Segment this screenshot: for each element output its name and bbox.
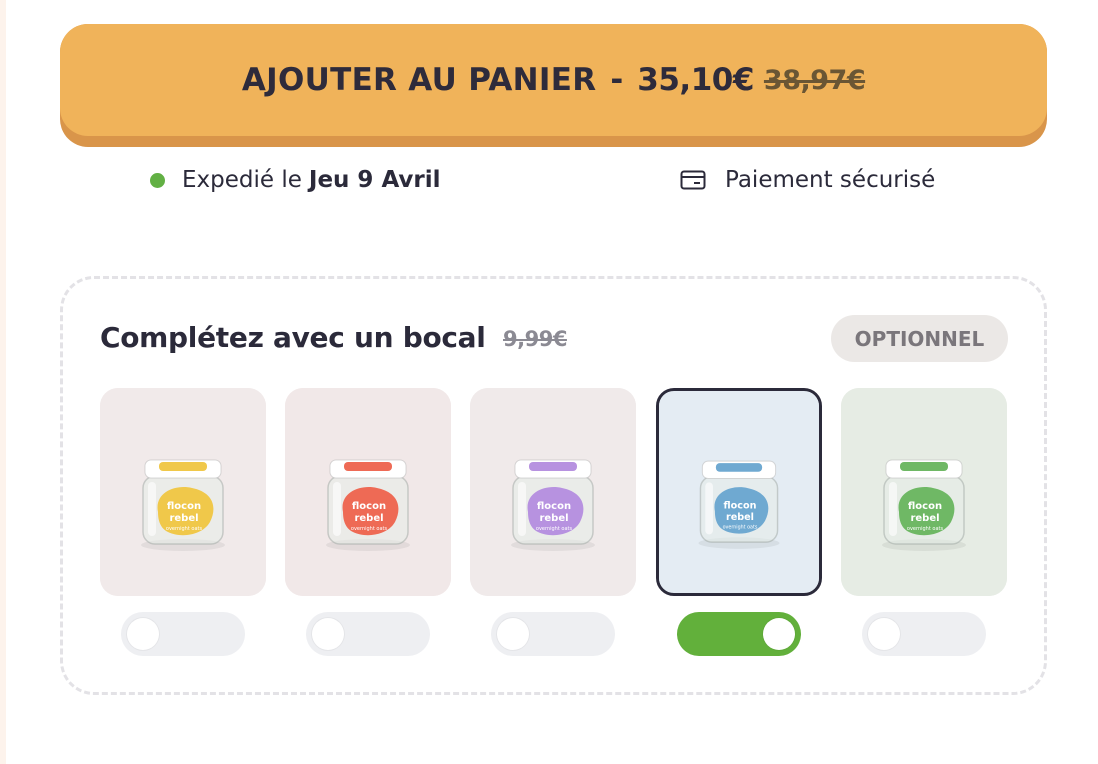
jar-brand-line1: flocon: [724, 500, 757, 511]
toggle-knob: [497, 618, 529, 650]
add-to-cart-separator: -: [610, 62, 624, 98]
jar-image: floconrebel overnight oats: [659, 391, 819, 593]
jar-image: floconrebel overnight oats: [285, 388, 451, 596]
product-toggle-1[interactable]: [121, 612, 245, 656]
jar-brand-line1: flocon: [537, 501, 571, 512]
toggle-knob: [312, 618, 344, 650]
shipping-prefix: Expedié le: [182, 167, 302, 193]
cart-price: 35,10€: [637, 62, 754, 98]
jar-tagline: overnight oats: [166, 526, 203, 532]
payment-info: Paiement sécurisé: [680, 162, 935, 198]
jar-brand-line1: flocon: [167, 501, 201, 512]
product-tile-1[interactable]: flocon rebel overnight oats: [100, 388, 266, 596]
shipping-date: Jeu 9 Avril: [308, 167, 441, 193]
jar-brand-line1: flocon: [908, 501, 942, 512]
jar-tagline: overnight oats: [723, 525, 758, 531]
toggle-knob: [868, 618, 900, 650]
credit-card-icon: [680, 170, 706, 190]
payment-label: Paiement sécurisé: [725, 167, 936, 193]
jar-tagline: overnight oats: [351, 526, 388, 532]
product-toggle-3[interactable]: [491, 612, 615, 656]
product-toggle-4[interactable]: [677, 612, 801, 656]
upsell-title: Complétez avec un bocal: [100, 321, 486, 354]
jar-brand-line2: rebel: [354, 513, 383, 524]
jar-image: floconrebel overnight oats: [470, 388, 636, 596]
product-tile-5[interactable]: flocon rebel overnight oats: [841, 388, 1007, 596]
jar-image: floconrebel overnight oats: [841, 388, 1007, 596]
add-to-cart-label: AJOUTER AU PANIER: [241, 62, 597, 98]
jar-brand-line2: rebel: [910, 513, 939, 524]
toggle-knob: [127, 618, 159, 650]
add-to-cart-face[interactable]: AJOUTER AU PANIER - 35,10€ 38,97€: [60, 24, 1047, 136]
shipping-status-dot: [150, 172, 165, 188]
jar-tagline: overnight oats: [907, 526, 944, 532]
jar-tagline: overnight oats: [536, 526, 573, 532]
shipping-info: Expedié le Jeu 9 Avril: [150, 162, 441, 198]
optional-badge: OPTIONNEL: [831, 315, 1008, 362]
product-toggle-5[interactable]: [862, 612, 986, 656]
toggle-knob: [763, 618, 795, 650]
product-toggle-2[interactable]: [306, 612, 430, 656]
jar-image: floconrebel overnight oats: [100, 388, 266, 596]
product-tile-2[interactable]: flocon rebel overnight oats: [285, 388, 451, 596]
cart-old-price: 38,97€: [763, 64, 866, 96]
upsell-price: 9,99€: [503, 327, 567, 351]
upsell-panel: Complétez avec un bocal 9,99€ OPTIONNEL …: [60, 276, 1047, 695]
jar-brand-line2: rebel: [539, 513, 568, 524]
product-tile-4[interactable]: flocon rebel overnight oats: [656, 388, 822, 596]
page-left-edge: [0, 0, 6, 764]
jar-brand-line2: rebel: [726, 512, 754, 523]
jar-brand-line2: rebel: [169, 513, 198, 524]
add-to-cart-button[interactable]: AJOUTER AU PANIER - 35,10€ 38,97€: [60, 24, 1047, 147]
jar-brand-line1: flocon: [352, 501, 386, 512]
product-tile-3[interactable]: flocon rebel overnight oats: [470, 388, 636, 596]
